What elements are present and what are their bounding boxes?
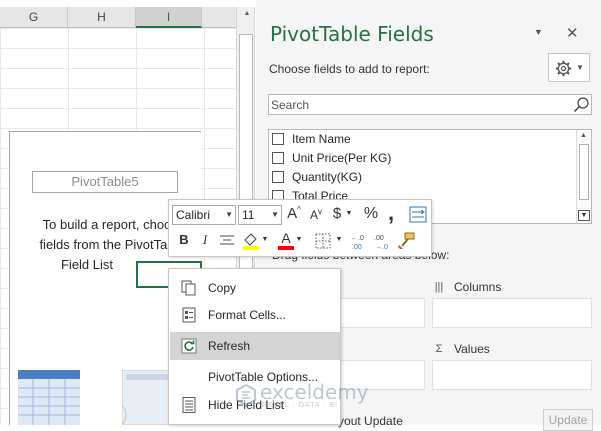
menu-item-pivottable-options[interactable]: PivotTable Options... [170, 363, 340, 391]
column-header-i[interactable]: I [136, 7, 202, 28]
menu-item-format-cells[interactable]: Format Cells... [170, 301, 340, 329]
columns-area[interactable] [432, 298, 592, 328]
search-input[interactable] [271, 96, 561, 113]
align-center-icon[interactable] [219, 234, 235, 248]
context-menu: Copy Format Cells... Refresh PivotTable … [168, 268, 341, 425]
field-list-scrollbar[interactable]: ▲ ▼ [576, 130, 591, 223]
field-search-box[interactable] [268, 94, 592, 115]
comma-style-button[interactable]: , [385, 200, 397, 226]
field-list-icon [182, 397, 196, 413]
gear-icon [555, 60, 572, 77]
format-cells-icon [182, 307, 196, 323]
chevron-down-icon[interactable]: ▼ [295, 236, 303, 243]
caret-up-icon: ^ [297, 205, 301, 214]
field-checkbox[interactable] [272, 171, 284, 183]
chevron-down-icon[interactable]: ▼ [261, 236, 269, 243]
columns-area-header: ||| Columns [432, 277, 502, 297]
values-area[interactable] [432, 360, 592, 390]
bold-button[interactable]: B [177, 232, 191, 247]
sigma-icon: Σ [435, 343, 443, 355]
column-header-h[interactable]: H [68, 7, 136, 28]
columns-icon: ||| [434, 281, 444, 293]
italic-button[interactable]: I [199, 232, 211, 248]
chevron-down-icon[interactable]: ▼ [225, 206, 233, 224]
scroll-up-arrow-icon[interactable]: ▲ [241, 7, 253, 21]
copy-icon [181, 280, 196, 296]
column-header-g[interactable]: G [0, 7, 68, 28]
scroll-up-arrow-icon[interactable]: ▲ [580, 132, 587, 139]
pivot-table-name: PivotTable5 [32, 171, 178, 193]
menu-item-hide-field-list[interactable]: Hide Field List [170, 391, 340, 419]
svg-text:.00: .00 [374, 235, 384, 242]
search-icon[interactable] [573, 96, 590, 113]
mini-toolbar: Calibri ▼ 11 ▼ A^ Av $ ▼ % , B I ▼ A ▼ ▼… [168, 199, 432, 257]
refresh-icon [181, 338, 197, 354]
field-item-name[interactable]: Item Name [272, 130, 351, 148]
format-painter-icon[interactable] [397, 232, 415, 250]
decrease-decimal-icon[interactable]: .00 →.0 [374, 232, 394, 250]
wrap-text-icon[interactable] [409, 206, 427, 223]
pane-subtitle: Choose fields to add to report: [269, 62, 430, 76]
increase-font-size-button[interactable]: A^ [285, 205, 303, 222]
font-name-box[interactable]: Calibri ▼ [172, 205, 236, 225]
font-color-button[interactable]: A [278, 230, 294, 250]
menu-item-copy[interactable]: Copy [170, 274, 340, 302]
close-icon[interactable]: ✕ [566, 24, 579, 42]
values-area-header: Σ Values [432, 339, 490, 359]
pane-options-dropdown-icon[interactable]: ▼ [534, 27, 543, 37]
increase-decimal-icon[interactable]: ←.0 .00 [351, 232, 371, 250]
field-checkbox[interactable] [272, 152, 284, 164]
pivot-table-grid-icon [18, 370, 80, 425]
field-checkbox[interactable] [272, 133, 284, 145]
tools-button[interactable]: ▼ [548, 53, 590, 82]
update-button[interactable]: Update [543, 409, 593, 431]
pivot-table-layout-icon [122, 370, 172, 425]
font-size-box[interactable]: 11 ▼ [238, 205, 282, 225]
fill-color-icon[interactable] [241, 231, 261, 251]
scroll-down-arrow-icon[interactable]: ▼ [578, 210, 590, 221]
column-header-blank[interactable] [202, 7, 236, 28]
chevron-down-icon: ▼ [576, 63, 584, 72]
menu-item-refresh[interactable]: Refresh [170, 332, 340, 360]
chevron-down-icon[interactable]: ▼ [271, 206, 279, 224]
chevron-down-icon[interactable]: ▼ [335, 236, 343, 243]
svg-text:→.0: →.0 [375, 244, 388, 250]
decrease-font-size-button[interactable]: Av [307, 207, 325, 222]
svg-text:.00: .00 [352, 244, 362, 250]
currency-format-button[interactable]: $ [329, 205, 345, 222]
percent-style-button[interactable]: % [362, 205, 380, 223]
field-quantity[interactable]: Quantity(KG) [272, 168, 362, 186]
scrollbar-thumb[interactable] [579, 144, 589, 200]
borders-icon[interactable] [315, 233, 331, 249]
pane-title: PivotTable Fields [270, 22, 434, 46]
caret-down-icon: v [318, 207, 322, 216]
chevron-down-icon[interactable]: ▼ [345, 210, 353, 217]
svg-text:←.0: ←.0 [351, 235, 364, 242]
field-unit-price[interactable]: Unit Price(Per KG) [272, 149, 391, 167]
